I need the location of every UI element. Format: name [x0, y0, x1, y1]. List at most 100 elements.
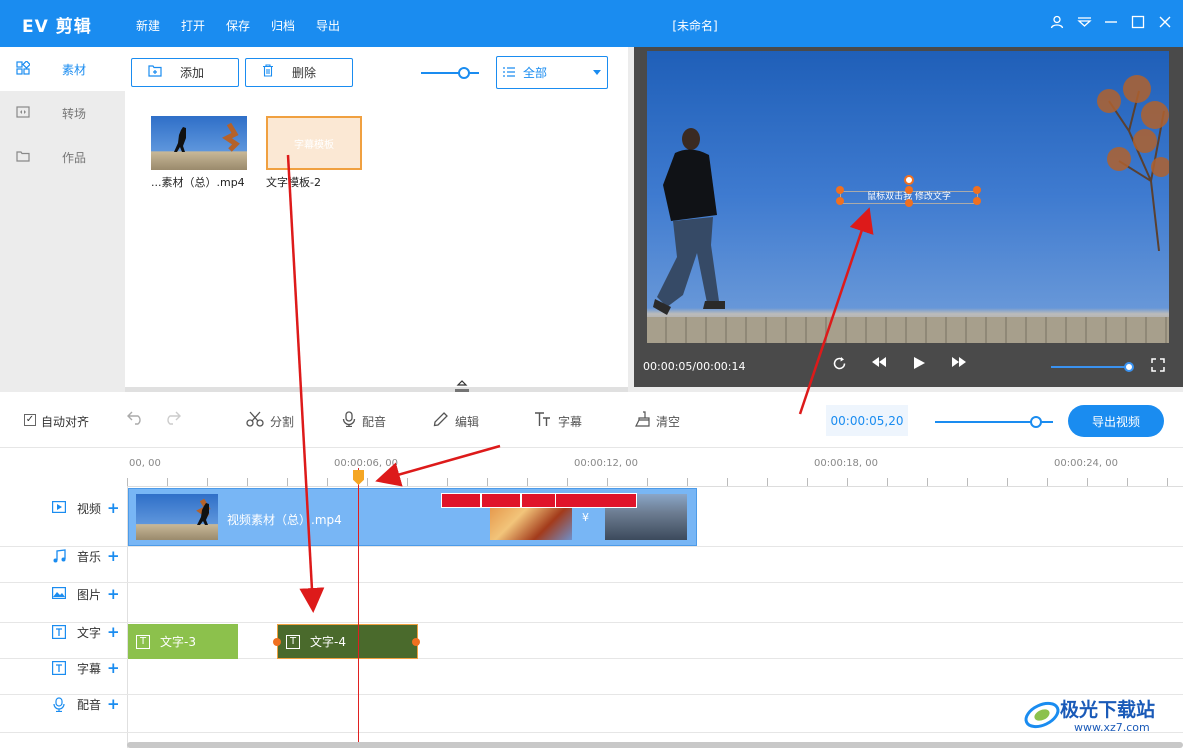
dropdown-menu-icon[interactable] — [1076, 14, 1092, 30]
add-dubbing-track-button[interactable]: + — [107, 695, 120, 713]
export-video-button[interactable]: 导出视频 — [1068, 405, 1164, 437]
media-item-text-template[interactable]: 字幕模板 文字模板-2 — [266, 116, 362, 190]
delete-media-button[interactable]: 删除 — [245, 58, 353, 87]
thumbnail-size-slider[interactable] — [421, 67, 479, 79]
fullscreen-icon[interactable] — [1151, 358, 1165, 376]
add-video-track-button[interactable]: + — [107, 499, 120, 517]
text-box-icon — [52, 625, 67, 640]
split-label: 分割 — [270, 414, 295, 429]
stone-wall — [647, 317, 1169, 343]
add-folder-icon — [148, 64, 162, 81]
auto-align-checkbox[interactable]: ✓ — [24, 414, 36, 426]
sidebar-item-works[interactable]: 作品 — [0, 135, 125, 179]
playhead-line — [358, 468, 359, 748]
sidebar-item-label: 作品 — [62, 150, 87, 165]
resize-handle[interactable] — [836, 186, 844, 194]
edit-label: 编辑 — [455, 414, 480, 429]
sidebar-item-materials[interactable]: 素材 — [0, 47, 125, 91]
media-filter-select[interactable]: 全部 — [496, 56, 608, 89]
transition-icon — [15, 105, 31, 121]
resize-handle[interactable] — [905, 199, 913, 207]
close-icon[interactable] — [1157, 14, 1173, 30]
text-clip-icon: T — [136, 634, 150, 649]
filter-value: 全部 — [523, 66, 548, 80]
resize-handle[interactable] — [836, 197, 844, 205]
ruler-label: 00:00:18, 00 — [814, 458, 878, 469]
play-icon[interactable] — [910, 356, 928, 375]
text-template-thumbnail: 字幕模板 — [266, 116, 362, 170]
add-subtitle-track-button[interactable]: + — [107, 659, 120, 677]
resize-handle[interactable] — [973, 197, 981, 205]
slider-knob[interactable] — [1124, 362, 1134, 372]
resize-handle[interactable] — [905, 186, 913, 194]
text-clip[interactable]: T 文字-3 — [128, 624, 238, 659]
ruler-label: 00:00:24, 00 — [1054, 458, 1118, 469]
video-clip[interactable]: 视频素材（总）.mp4 ¥ — [128, 488, 697, 546]
maximize-icon[interactable] — [1130, 14, 1146, 30]
volume-slider[interactable] — [1051, 362, 1134, 372]
undo-icon[interactable] — [127, 411, 145, 429]
current-time-field[interactable]: 00:00:05,20 — [826, 405, 908, 436]
document-title: [未命名] — [672, 19, 718, 33]
track-name: 文字 — [77, 625, 102, 640]
ruler-label: 00, 00 — [129, 458, 161, 469]
delete-media-label: 删除 — [292, 66, 317, 80]
add-music-track-button[interactable]: + — [107, 547, 120, 565]
add-media-button[interactable]: 添加 — [131, 58, 239, 87]
media-item-caption: 文字模板-2 — [266, 176, 321, 189]
fast-forward-icon[interactable] — [950, 356, 968, 375]
add-text-track-button[interactable]: + — [107, 623, 120, 641]
preview-panel: 鼠标双击我 修改文字 00:00:05/00:00:14 — [634, 47, 1183, 387]
media-item-video[interactable]: ...素材（总）.mp4 — [151, 116, 247, 190]
slider-knob[interactable] — [458, 67, 470, 79]
slider-knob[interactable] — [1030, 416, 1042, 428]
watermark: 极光下载站 www.xz7.com — [1022, 693, 1178, 741]
ruler-ticks — [127, 478, 1183, 486]
subtitle-box-icon — [52, 661, 67, 676]
edit-toolbar: ✓ 自动对齐 分割 配音 编辑 字幕 清空 00:00:05,20 导出视频 — [0, 392, 1183, 448]
scissors-icon — [246, 411, 264, 431]
replay-icon[interactable] — [830, 356, 848, 375]
split-button[interactable]: 分割 — [246, 411, 294, 431]
user-icon[interactable] — [1049, 14, 1065, 30]
minimize-icon[interactable] — [1103, 14, 1119, 30]
ruler-label: 00:00:12, 00 — [574, 458, 638, 469]
subtitle-label: 字幕 — [558, 414, 583, 429]
edit-button[interactable]: 编辑 — [433, 411, 479, 431]
track-divider — [0, 622, 1183, 623]
sidebar-item-label: 转场 — [62, 106, 87, 121]
clip-resize-handle[interactable] — [273, 638, 281, 646]
dubbing-button[interactable]: 配音 — [342, 411, 386, 431]
add-image-track-button[interactable]: + — [107, 585, 120, 603]
video-preview[interactable]: 鼠标双击我 修改文字 — [647, 51, 1169, 343]
media-library-panel: 添加 删除 全部 ...素材（总）.mp4 字幕模板 文字模板-2 — [125, 47, 628, 387]
track-name: 配音 — [77, 697, 102, 712]
rewind-icon[interactable] — [870, 356, 888, 375]
track-name: 字幕 — [77, 661, 102, 676]
timeline-scrollbar[interactable] — [127, 742, 1183, 748]
playback-controls — [830, 356, 968, 375]
timeline-zoom-slider[interactable] — [935, 416, 1053, 428]
sidebar-item-transitions[interactable]: 转场 — [0, 91, 125, 135]
video-clip-label: 视频素材（总）.mp4 — [227, 513, 342, 527]
microphone-icon — [52, 697, 66, 713]
clip-resize-handle[interactable] — [412, 638, 420, 646]
marker-bar — [521, 493, 557, 508]
dubbing-label: 配音 — [362, 414, 387, 429]
microphone-icon — [342, 411, 356, 431]
video-thumbnail — [151, 116, 247, 170]
clear-button[interactable]: 清空 — [634, 411, 680, 431]
text-clip-selected[interactable]: T 文字-4 — [273, 624, 420, 659]
marker-bar — [555, 493, 637, 508]
subtitle-button[interactable]: 字幕 — [534, 411, 582, 431]
ev-editor-app: EV 剪辑 新建 打开 保存 归档 导出 [未命名] 素材 转场 作品 添加 删… — [0, 0, 1183, 748]
time-ruler[interactable]: 00, 00 00:00:06, 00 00:00:12, 00 00:00:1… — [127, 448, 1183, 487]
resize-handle[interactable] — [973, 186, 981, 194]
music-note-icon — [52, 549, 66, 563]
redo-icon[interactable] — [163, 411, 181, 429]
image-icon — [52, 587, 67, 601]
rotate-handle[interactable] — [904, 175, 914, 185]
window-controls — [1049, 14, 1173, 30]
auto-align-label: 自动对齐 — [41, 415, 90, 429]
tree-branches — [1097, 75, 1169, 251]
